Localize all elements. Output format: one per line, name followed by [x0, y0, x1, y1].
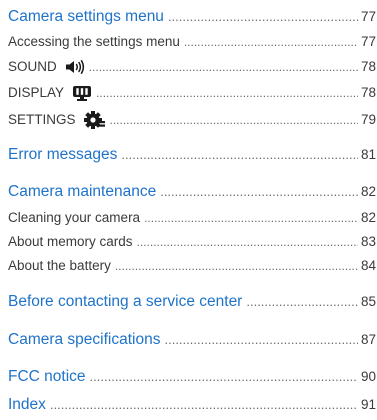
- toc-entry-battery[interactable]: About the battery 84: [8, 258, 376, 276]
- toc-entry-accessing-settings[interactable]: Accessing the settings menu 77: [8, 34, 376, 52]
- toc-subentry-label: About memory cards: [8, 234, 133, 249]
- toc-entry-specifications[interactable]: Camera specifications 87: [8, 331, 376, 351]
- toc-heading-label: Index: [8, 396, 46, 413]
- dot-leader: [168, 9, 358, 24]
- toc-entry-sound[interactable]: SOUND 78: [8, 58, 376, 76]
- toc-subentry-label: Cleaning your camera: [8, 210, 141, 225]
- page-number: 85: [360, 294, 376, 309]
- dot-leader: [121, 147, 358, 162]
- toc-heading-label: Camera settings menu: [8, 8, 164, 25]
- dot-leader: [110, 113, 358, 127]
- page-number: 91: [360, 397, 376, 412]
- toc-heading-label: Camera maintenance: [8, 183, 157, 200]
- dot-leader: [115, 259, 358, 273]
- toc-subentry-label: Accessing the settings menu: [8, 34, 180, 49]
- dot-leader: [164, 332, 357, 347]
- toc-entry-camera-maintenance[interactable]: Camera maintenance 82: [8, 183, 376, 203]
- dot-leader: [137, 235, 358, 249]
- page-number: 82: [360, 210, 376, 225]
- toc-heading-label: Error messages: [8, 146, 118, 163]
- toc-heading-label: Camera specifications: [8, 331, 161, 348]
- dot-leader: [246, 294, 358, 309]
- dot-leader: [184, 35, 358, 49]
- toc-subentry-label: DISPLAY: [8, 85, 65, 100]
- dot-leader: [89, 60, 358, 74]
- toc-entry-memory-cards[interactable]: About memory cards 83: [8, 234, 376, 252]
- dot-leader: [96, 86, 358, 100]
- page-number: 82: [360, 184, 376, 199]
- page-number: 79: [360, 112, 376, 127]
- toc-subentry-label: About the battery: [8, 258, 111, 273]
- page-number: 87: [360, 332, 376, 347]
- toc-entry-fcc-notice[interactable]: FCC notice 90: [8, 368, 376, 388]
- toc-entry-camera-settings-menu[interactable]: Camera settings menu 77: [8, 8, 376, 28]
- dot-leader: [90, 369, 358, 384]
- toc-heading-label: Before contacting a service center: [8, 293, 243, 310]
- dot-leader: [160, 184, 358, 199]
- toc-entry-cleaning[interactable]: Cleaning your camera 82: [8, 210, 376, 228]
- toc-entry-error-messages[interactable]: Error messages 81: [8, 146, 376, 166]
- toc-entry-settings[interactable]: SETTINGS ..... 79: [8, 108, 376, 129]
- toc-subentry-label: SOUND: [8, 59, 57, 74]
- page-number: 83: [360, 234, 376, 249]
- gear-icon: [83, 110, 106, 133]
- page-number: 78: [360, 85, 376, 100]
- page-number: 77: [360, 34, 376, 49]
- toc-entry-index[interactable]: Index 91: [8, 396, 376, 416]
- monitor-icon: [72, 85, 92, 104]
- toc-subentry-label: SETTINGS: [8, 112, 76, 127]
- toc-heading-label: FCC notice: [8, 368, 86, 385]
- toc-entry-service-center[interactable]: Before contacting a service center 85: [8, 293, 376, 313]
- page-number: 81: [360, 147, 376, 162]
- dot-leader: [144, 211, 358, 225]
- page-number: 77: [360, 9, 376, 24]
- page-number: 84: [360, 258, 376, 273]
- table-of-contents: Camera settings menu 77 Accessing the se…: [0, 0, 377, 420]
- page-number: 90: [360, 369, 376, 384]
- speaker-icon: [65, 60, 85, 77]
- dot-leader: [50, 397, 358, 412]
- page-number: 78: [360, 59, 376, 74]
- toc-entry-display[interactable]: DISPLAY 78: [8, 83, 376, 101]
